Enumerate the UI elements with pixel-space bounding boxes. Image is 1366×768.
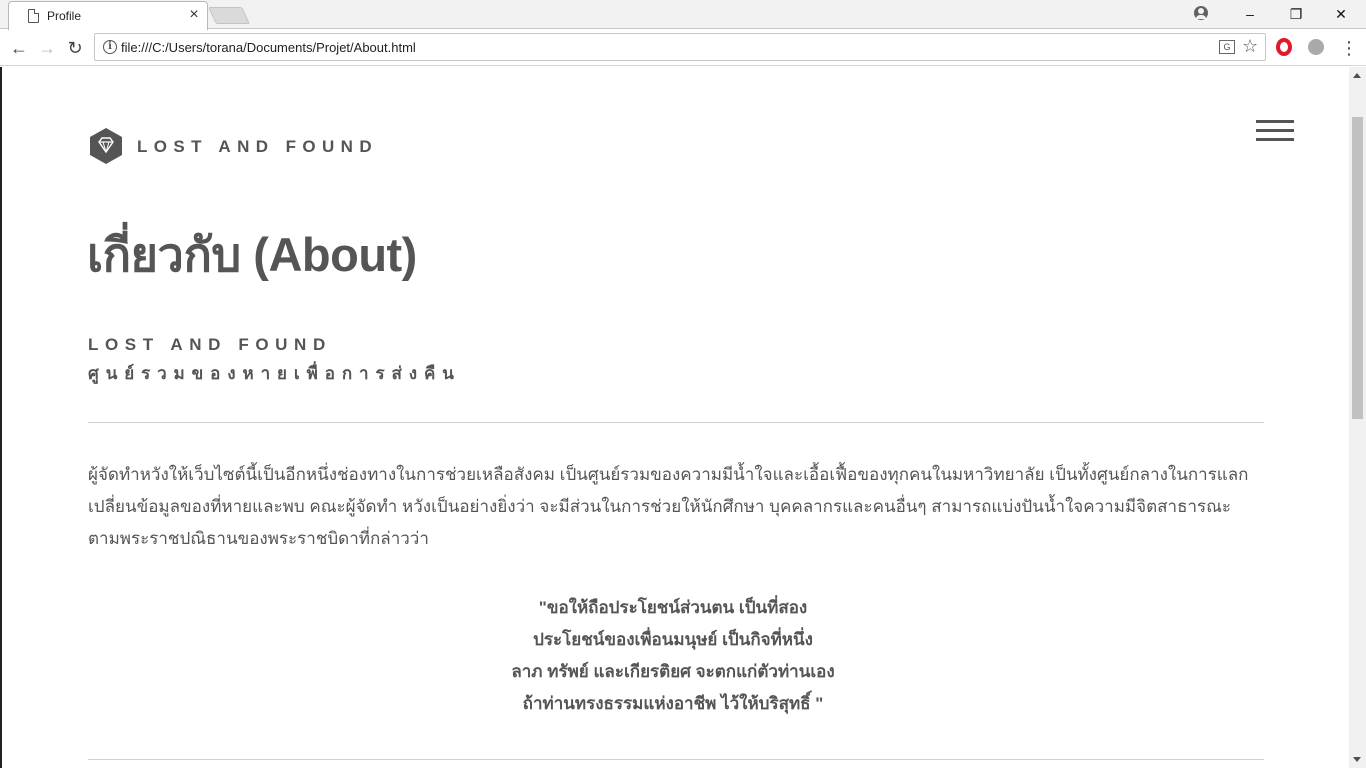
maximize-button[interactable]: ❐ — [1273, 0, 1319, 28]
profile-icon[interactable] — [1194, 6, 1208, 20]
left-border — [0, 67, 2, 768]
brand-name: LOST AND FOUND — [137, 137, 379, 156]
tab-title: Profile — [47, 9, 82, 23]
url-text[interactable]: file:///C:/Users/torana/Documents/Projet… — [121, 40, 416, 55]
reload-icon[interactable]: ↻ — [63, 36, 87, 60]
section-tagline: ศูนย์รวมของหายเพื่อการส่งคืน — [88, 364, 461, 383]
scroll-down-icon[interactable] — [1353, 757, 1361, 762]
vertical-scrollbar[interactable] — [1349, 67, 1366, 768]
browser-toolbar: ← → ↻ i file:///C:/Users/torana/Document… — [0, 30, 1366, 66]
scroll-up-icon[interactable] — [1353, 73, 1361, 78]
page-viewport: LOST AND FOUND เกี่ยวกับ (About) LOST AN… — [0, 67, 1366, 768]
scroll-thumb[interactable] — [1352, 117, 1363, 419]
tab-profile[interactable]: Profile × — [8, 1, 208, 30]
address-bar[interactable]: i file:///C:/Users/torana/Documents/Proj… — [94, 33, 1266, 61]
new-tab-button[interactable] — [208, 7, 250, 24]
tab-strip: Profile × – ❐ ✕ — [0, 0, 1366, 30]
quote-line: "ขอให้ถือประโยชน์ส่วนตน เป็นที่สอง — [538, 598, 808, 617]
divider — [88, 759, 1264, 760]
opera-icon[interactable] — [1276, 38, 1292, 56]
star-icon[interactable]: ☆ — [1242, 36, 1258, 57]
extension-icon[interactable] — [1308, 39, 1324, 55]
royal-quote: "ขอให้ถือประโยชน์ส่วนตน เป็นที่สอง ประโย… — [388, 592, 958, 720]
gem-icon — [90, 128, 122, 164]
about-paragraph: ผู้จัดทำหวังให้เว็บไซต์นี้เป็นอีกหนึ่งช่… — [88, 465, 1249, 548]
section-subtitle: LOST AND FOUND — [88, 335, 332, 354]
hamburger-icon[interactable] — [1256, 120, 1294, 144]
close-tab-icon[interactable]: × — [185, 6, 203, 24]
minimize-button[interactable]: – — [1227, 0, 1273, 28]
page-icon — [28, 9, 39, 23]
back-icon[interactable]: ← — [7, 36, 31, 60]
quote-line: ถ้าท่านทรงธรรมแห่งอาชีพ ไว้ให้บริสุทธิ์ … — [522, 694, 824, 713]
info-icon[interactable]: i — [103, 40, 117, 54]
page-title: เกี่ยวกับ (About) — [87, 228, 417, 281]
close-window-button[interactable]: ✕ — [1318, 0, 1364, 28]
quote-line: ลาภ ทรัพย์ และเกียรติยศ จะตกแก่ตัวท่านเอ… — [511, 662, 835, 681]
menu-icon[interactable]: ⋮ — [1340, 36, 1358, 60]
forward-icon[interactable]: → — [35, 36, 59, 60]
quote-line: ประโยชน์ของเพื่อนมนุษย์ เป็นกิจที่หนึ่ง — [533, 630, 813, 649]
translate-icon[interactable]: G — [1219, 40, 1235, 54]
divider — [88, 422, 1264, 423]
